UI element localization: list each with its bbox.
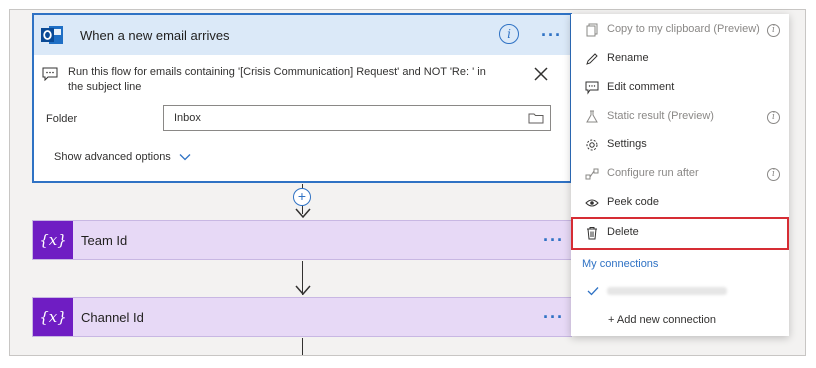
menu-item-rename[interactable]: Rename	[571, 45, 789, 73]
trigger-comment: Run this flow for emails containing '[Cr…	[42, 65, 562, 99]
team-id-more-button[interactable]: ···	[543, 231, 564, 249]
menu-item-static-result[interactable]: Static result (Preview) i	[571, 103, 789, 131]
folder-value: Inbox	[174, 112, 201, 124]
trigger-header[interactable]: When a new email arrives i ···	[34, 15, 570, 55]
menu-item-label: Configure run after	[607, 167, 699, 179]
add-step-button[interactable]: +	[293, 188, 311, 206]
trigger-more-button[interactable]: ···	[541, 26, 562, 44]
comment-icon	[42, 67, 58, 81]
flask-icon	[586, 110, 598, 123]
flow-icon	[585, 168, 599, 180]
add-new-connection-link[interactable]: + Add new connection	[608, 314, 716, 326]
comment-icon	[585, 81, 599, 95]
folder-label: Folder	[46, 113, 78, 125]
menu-item-peek-code[interactable]: Peek code	[571, 189, 789, 217]
comment-text: Run this flow for emails containing '[Cr…	[68, 66, 486, 93]
trigger-title: When a new email arrives	[80, 27, 230, 43]
menu-item-configure-run-after[interactable]: Configure run after i	[571, 160, 789, 188]
folder-icon[interactable]	[528, 112, 544, 124]
pencil-icon	[586, 53, 598, 65]
trigger-card[interactable]: When a new email arrives i ··· Run this …	[32, 13, 572, 183]
team-id-card[interactable]: {x} Team Id ···	[32, 220, 572, 260]
action-context-menu: Copy to my clipboard (Preview) i Rename …	[571, 14, 789, 336]
menu-item-label: Rename	[607, 52, 649, 64]
eye-icon	[585, 199, 599, 207]
menu-item-label: Static result (Preview)	[607, 110, 714, 122]
connector-line	[302, 338, 303, 355]
info-icon[interactable]: i	[499, 24, 519, 44]
menu-item-edit-comment[interactable]: Edit comment	[571, 74, 789, 102]
menu-item-settings[interactable]: Settings	[571, 131, 789, 159]
menu-item-label: Settings	[607, 138, 647, 150]
channel-id-more-button[interactable]: ···	[543, 308, 564, 326]
info-icon[interactable]: i	[767, 168, 780, 181]
menu-item-label: Peek code	[607, 196, 659, 208]
redacted-connection-name	[607, 287, 727, 295]
menu-item-label: Edit comment	[607, 81, 675, 93]
my-connections-heading: My connections	[582, 258, 659, 270]
folder-field[interactable]: Inbox	[163, 105, 551, 131]
gear-icon	[586, 139, 598, 151]
close-icon[interactable]	[532, 65, 550, 83]
checkmark-icon	[587, 287, 599, 296]
info-icon[interactable]: i	[767, 24, 780, 37]
info-icon[interactable]: i	[767, 111, 780, 124]
variable-icon: {x}	[33, 298, 73, 336]
arrow-down-icon	[295, 208, 311, 219]
outlook-icon	[34, 17, 70, 53]
advanced-options-label: Show advanced options	[54, 151, 171, 163]
copy-icon	[586, 23, 598, 37]
chevron-down-icon	[179, 154, 191, 161]
delete-highlight	[571, 217, 789, 250]
menu-item-label: Copy to my clipboard (Preview)	[607, 23, 760, 35]
variable-icon: {x}	[33, 221, 73, 259]
connection-item[interactable]	[571, 280, 789, 302]
arrow-down-icon	[295, 285, 311, 296]
show-advanced-options[interactable]: Show advanced options	[54, 151, 191, 163]
channel-id-card[interactable]: {x} Channel Id ···	[32, 297, 572, 337]
menu-item-copy-clipboard[interactable]: Copy to my clipboard (Preview) i	[571, 16, 789, 44]
team-id-title: Team Id	[81, 233, 128, 248]
channel-id-title: Channel Id	[81, 310, 144, 325]
